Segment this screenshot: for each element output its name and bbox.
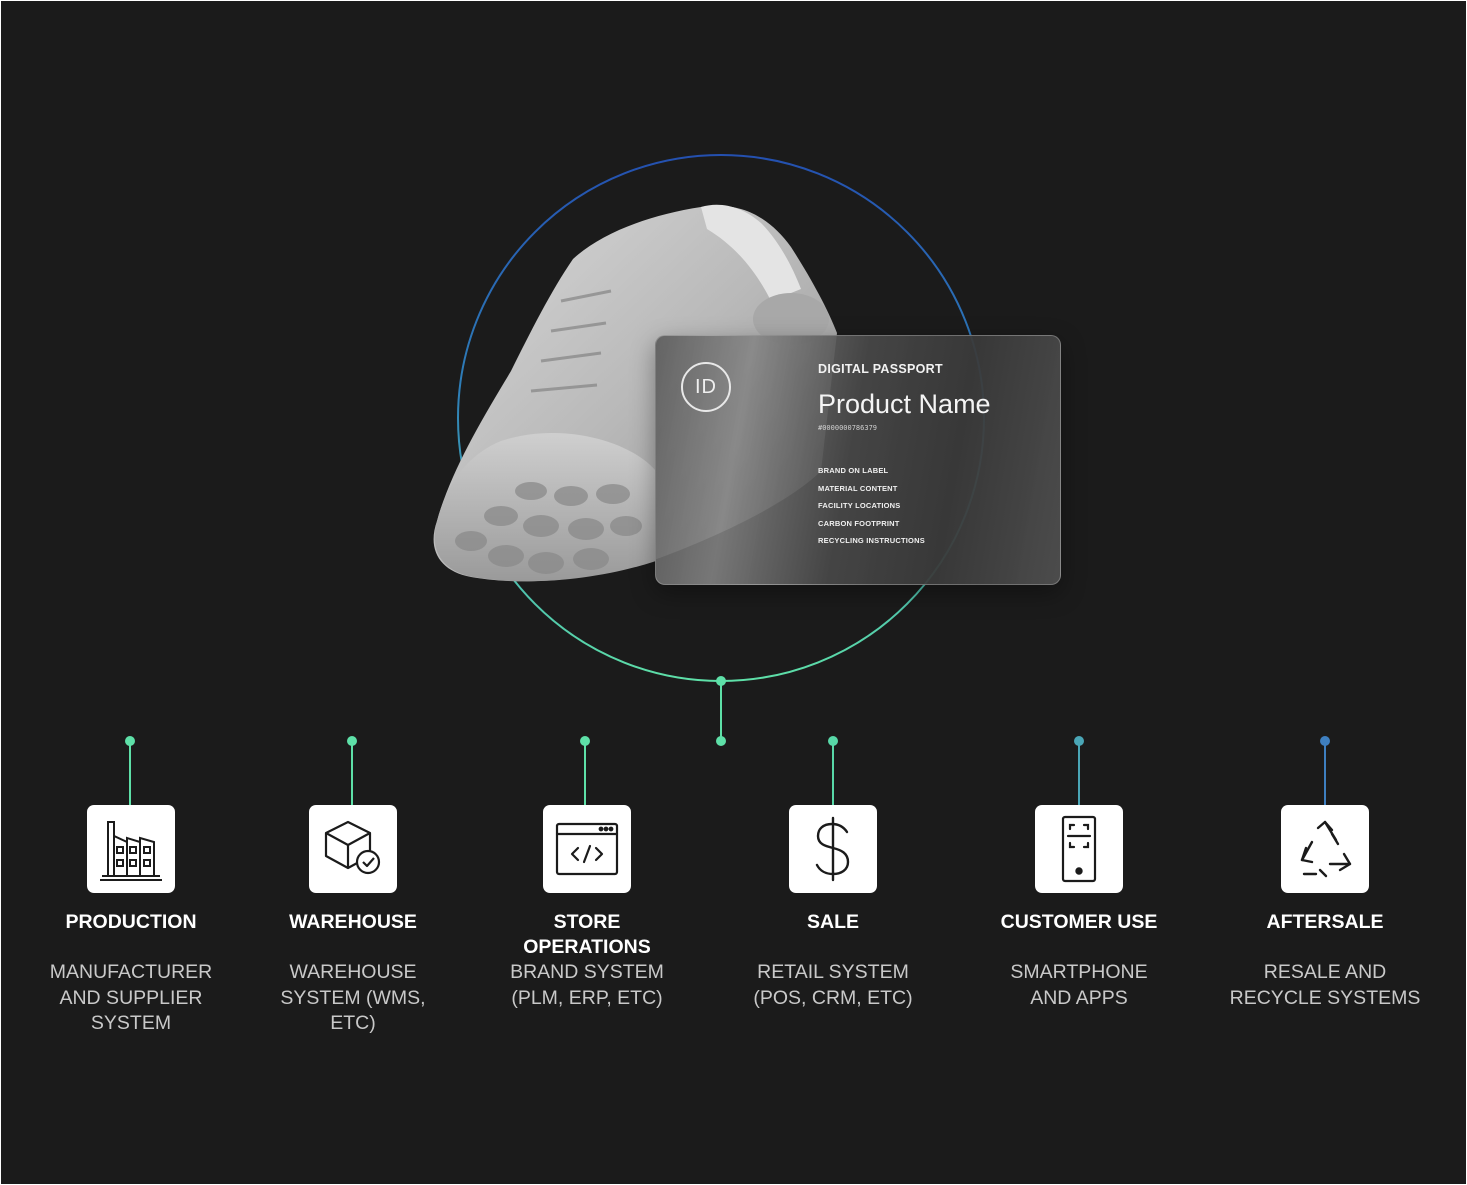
stage-description: MANUFACTURER AND SUPPLIER SYSTEM xyxy=(49,961,213,1034)
stage-title: WAREHOUSE xyxy=(289,911,417,933)
stage-title: CUSTOMER USE xyxy=(1000,911,1158,933)
smartphone-scan-icon xyxy=(1035,805,1123,893)
connector-nodes xyxy=(125,676,1330,746)
code-window-icon xyxy=(543,805,631,893)
passport-kicker: DIGITAL PASSPORT xyxy=(818,362,943,376)
stage-description: RESALE AND RECYCLE SYSTEMS xyxy=(1229,961,1421,1009)
stage-description: SMARTPHONE AND APPS xyxy=(1010,961,1148,1009)
passport-field: FACILITY LOCATIONS xyxy=(818,501,901,511)
diagram-canvas: ID DIGITAL PASSPORT Product Name #000000… xyxy=(1,1,1466,1184)
stage-sale: SALE RETAIL SYSTEM (POS, CRM, ETC) xyxy=(723,805,943,1011)
stage-title: PRODUCTION xyxy=(65,911,197,933)
factory-icon xyxy=(87,805,175,893)
stage-title: SALE xyxy=(806,911,859,933)
product-name: Product Name xyxy=(818,389,991,419)
product-serial: #0000000786379 xyxy=(818,424,878,432)
stage-title: AFTERSALE xyxy=(1266,911,1384,933)
passport-field: BRAND ON LABEL xyxy=(818,466,889,475)
passport-field: RECYCLING INSTRUCTIONS xyxy=(818,536,925,546)
stage-warehouse: WAREHOUSE WAREHOUSE SYSTEM (WMS, ETC) xyxy=(243,805,463,1037)
stage-title: STORE OPERATIONS xyxy=(523,911,651,958)
digital-passport-card: ID DIGITAL PASSPORT Product Name #000000… xyxy=(655,335,1061,585)
stage-production: PRODUCTION MANUFACTURER AND SUPPLIER SYSTE… xyxy=(21,805,241,1037)
stage-description: WAREHOUSE SYSTEM (WMS, ETC) xyxy=(280,961,426,1034)
stage-customer-use: CUSTOMER USE SMARTPHONE AND APPS xyxy=(969,805,1189,1011)
stage-description: RETAIL SYSTEM (POS, CRM, ETC) xyxy=(753,961,913,1009)
passport-field: MATERIAL CONTENT xyxy=(818,483,898,493)
stage-connectors xyxy=(129,741,1326,807)
stage-description: BRAND SYSTEM (PLM, ERP, ETC) xyxy=(510,961,664,1009)
stage-store-operations: STORE OPERATIONS BRAND SYSTEM (PLM, ERP, E… xyxy=(477,805,697,1011)
passport-field-list: BRAND ON LABEL MATERIAL CONTENT FACILITY… xyxy=(818,466,925,554)
package-check-icon xyxy=(309,805,397,893)
stage-aftersale: AFTERSALE RESALE AND RECYCLE SYSTEMS xyxy=(1215,805,1435,1011)
dollar-icon xyxy=(789,805,877,893)
recycle-icon xyxy=(1281,805,1369,893)
id-badge: ID xyxy=(681,362,731,412)
passport-field: CARBON FOOTPRINT xyxy=(818,518,900,528)
